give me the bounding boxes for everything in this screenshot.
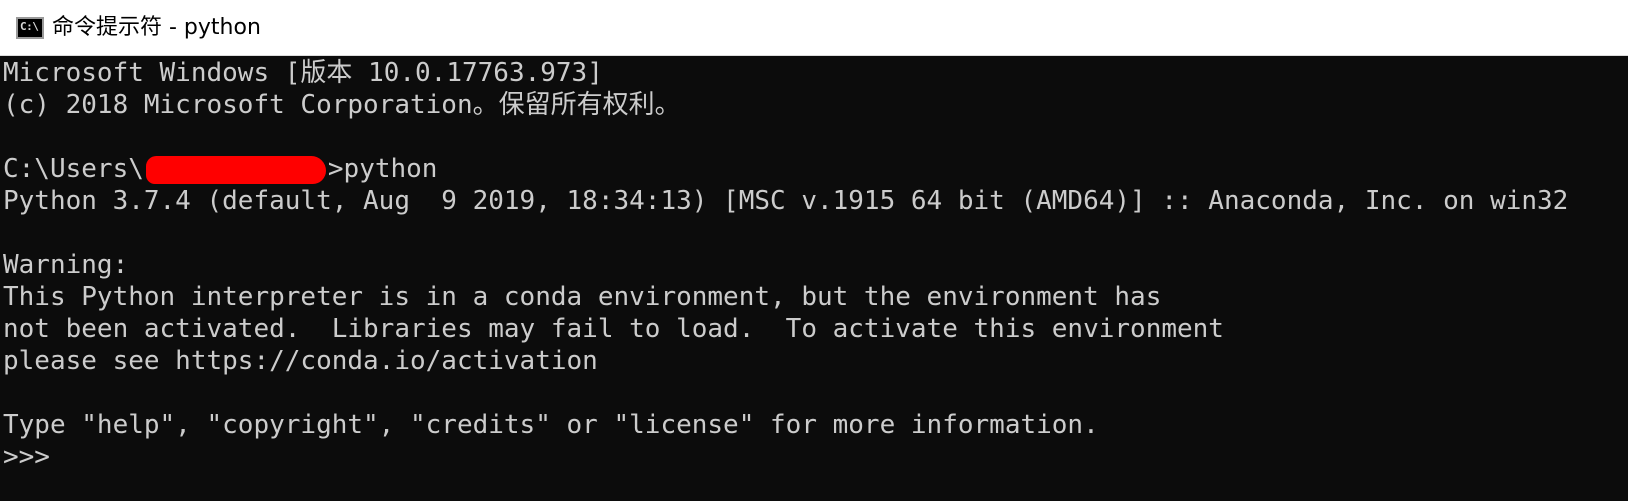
console-line: please see https://conda.io/activation [3,346,598,376]
redaction-mark [145,155,326,184]
python-prompt[interactable]: >>> [3,441,50,473]
title-bar[interactable]: C:\ 命令提示符 - python [0,0,1628,56]
console-output[interactable]: Microsoft Windows [版本 10.0.17763.973] (c… [0,57,1628,501]
prompt-line: C:\Users\ >python [3,153,437,185]
console-line: Warning: [3,250,129,280]
console-line: not been activated. Libraries may fail t… [3,314,1224,344]
console-line: Microsoft Windows [版本 10.0.17763.973] [3,58,603,88]
command-prompt-window: C:\ 命令提示符 - python Microsoft Windows [版本… [0,0,1628,501]
window-title: 命令提示符 - python [52,15,261,40]
prompt-command: >python [327,154,438,184]
console-line: This Python interpreter is in a conda en… [3,282,1162,312]
console-line: Python 3.7.4 (default, Aug 9 2019, 18:34… [3,186,1569,216]
console-line: Type "help", "copyright", "credits" or "… [3,410,1099,440]
prompt-path: C:\Users\ [3,154,144,184]
console-line: (c) 2018 Microsoft Corporation。保留所有权利。 [3,90,681,120]
cmd-icon[interactable]: C:\ [16,17,44,39]
cmd-icon-glyph: C:\ [20,20,39,33]
